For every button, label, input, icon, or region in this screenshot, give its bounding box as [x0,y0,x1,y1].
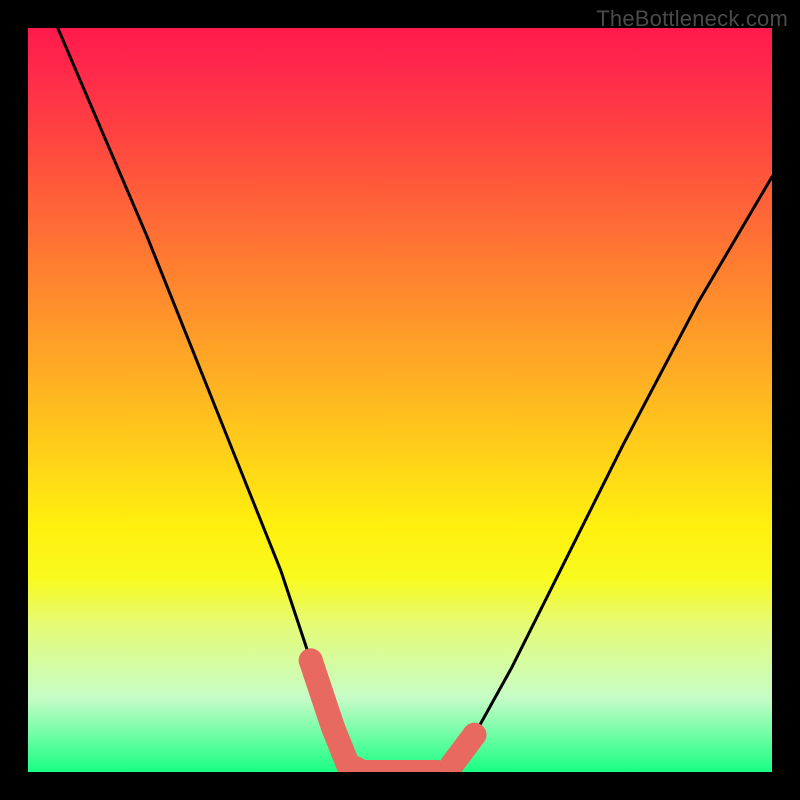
chart-plot-area [28,28,772,772]
highlight-dot [299,648,323,672]
curve-line [58,28,772,772]
highlight-dot [321,715,345,739]
watermark-text: TheBottleneck.com [596,6,788,32]
highlight-dot [462,723,486,747]
chart-svg [28,28,772,772]
